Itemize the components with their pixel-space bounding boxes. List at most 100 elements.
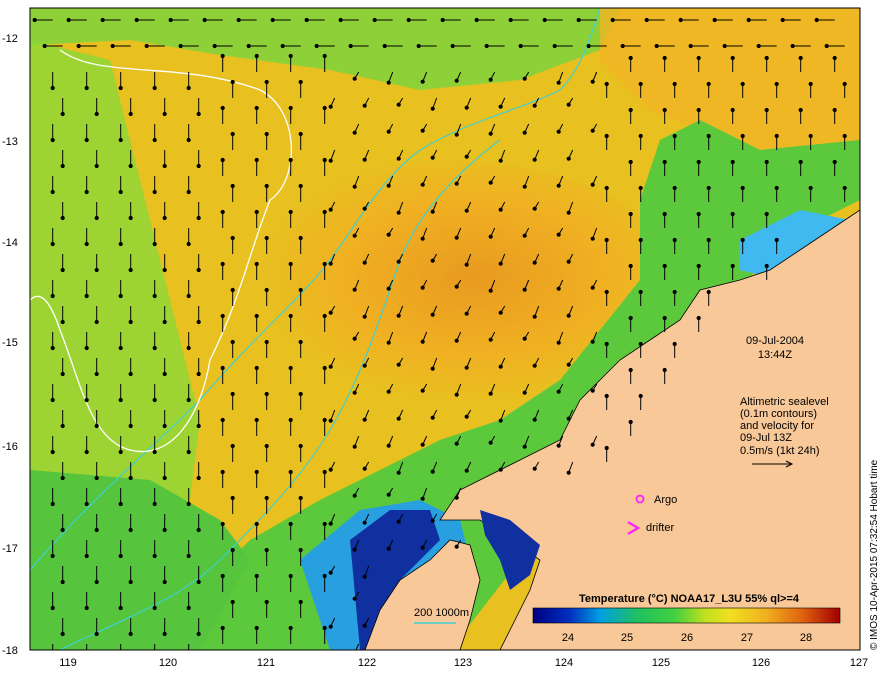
velocity-arrow-head: [220, 157, 225, 163]
velocity-arrow-head: [566, 210, 571, 215]
velocity-arrow-head: [454, 78, 459, 83]
velocity-arrow-head: [842, 185, 847, 191]
velocity-arrow-head: [288, 469, 293, 475]
velocity-arrow-head: [196, 215, 201, 221]
velocity-arrow-head: [230, 391, 235, 397]
velocity-arrow-head: [84, 397, 89, 403]
velocity-arrow-head: [60, 215, 65, 221]
velocity-arrow-head: [85, 658, 88, 661]
velocity-arrow-head: [254, 521, 259, 527]
y-tick-label: -18: [2, 645, 18, 657]
velocity-arrow-head: [60, 111, 65, 117]
velocity-arrow-head: [808, 81, 813, 87]
velocity-arrow-head: [152, 137, 157, 143]
velocity-arrow-head: [322, 417, 327, 423]
velocity-arrow-head: [51, 658, 54, 661]
velocity-arrow-head: [187, 658, 190, 661]
velocity-arrow-head: [94, 319, 99, 325]
velocity-arrow-head: [352, 76, 357, 81]
velocity-arrow-head: [590, 182, 595, 187]
velocity-arrow-head: [566, 259, 571, 264]
velocity-arrow-head: [254, 157, 259, 163]
velocity-arrow-head: [644, 17, 649, 23]
velocity-arrow-head: [230, 495, 235, 501]
velocity-arrow-head: [798, 159, 803, 165]
velocity-arrow-head: [522, 233, 527, 238]
velocity-arrow-head: [756, 43, 761, 49]
velocity-arrow-head: [730, 263, 735, 269]
velocity-arrow-head: [566, 470, 571, 475]
velocity-arrow-head: [628, 107, 633, 113]
velocity-arrow-head: [212, 43, 217, 49]
velocity-arrow-head: [464, 262, 469, 267]
velocity-arrow-head: [134, 17, 139, 23]
velocity-arrow-head: [396, 470, 401, 475]
velocity-arrow-head: [264, 495, 269, 501]
y-tick-label: -13: [2, 136, 18, 148]
velocity-arrow-head: [662, 315, 667, 321]
velocity-arrow-head: [740, 185, 745, 191]
velocity-arrow-head: [94, 527, 99, 533]
velocity-arrow-head: [532, 417, 537, 422]
velocity-arrow-head: [430, 312, 435, 317]
velocity-arrow-head: [353, 651, 356, 654]
velocity-arrow-head: [128, 319, 133, 325]
velocity-arrow-head: [196, 111, 201, 117]
velocity-arrow-head: [386, 340, 391, 345]
velocity-arrow-head: [774, 81, 779, 87]
velocity-arrow-head: [322, 625, 327, 631]
velocity-arrow-head: [774, 185, 779, 191]
velocity-arrow-head: [498, 364, 503, 369]
velocity-arrow-head: [298, 547, 303, 553]
velocity-arrow-head: [498, 158, 503, 163]
velocity-arrow-head: [328, 207, 333, 212]
velocity-arrow-head: [60, 527, 65, 533]
velocity-arrow-head: [196, 631, 201, 637]
velocity-arrow-head: [556, 389, 561, 394]
velocity-arrow-head: [382, 43, 387, 49]
velocity-arrow-head: [328, 104, 333, 109]
velocity-arrow-head: [604, 341, 609, 347]
velocity-arrow-head: [672, 341, 677, 347]
velocity-arrow-head: [196, 423, 201, 429]
velocity-arrow-head: [288, 53, 293, 59]
velocity-arrow-head: [328, 158, 333, 163]
velocity-arrow-head: [696, 315, 701, 321]
velocity-arrow-head: [532, 103, 537, 108]
velocity-arrow-head: [604, 445, 609, 451]
velocity-arrow-head: [328, 310, 333, 315]
velocity-arrow-head: [196, 371, 201, 377]
velocity-arrow-head: [328, 624, 333, 629]
velocity-arrow-head: [84, 293, 89, 299]
velocity-arrow-head: [186, 553, 191, 559]
velocity-arrow-head: [230, 443, 235, 449]
velocity-arrow-head: [196, 527, 201, 533]
velocity-arrow-head: [590, 128, 595, 133]
velocity-arrow-head: [32, 17, 37, 23]
velocity-arrow-head: [420, 79, 425, 84]
velocity-arrow-head: [454, 441, 459, 446]
velocity-arrow-head: [706, 133, 711, 139]
velocity-arrow-head: [484, 43, 489, 49]
velocity-arrow-head: [798, 55, 803, 61]
velocity-arrow-head: [730, 55, 735, 61]
velocity-arrow-head: [298, 495, 303, 501]
velocity-arrow-head: [420, 182, 425, 187]
velocity-arrow-head: [654, 43, 659, 49]
velocity-arrow-head: [532, 466, 537, 471]
credit-text: © IMOS 10-Apr-2015 07:32:54 Hobart time: [869, 459, 880, 650]
velocity-arrow-head: [722, 43, 727, 49]
velocity-arrow-head: [552, 43, 557, 49]
velocity-arrow-head: [764, 159, 769, 165]
velocity-arrow-head: [254, 313, 259, 319]
velocity-arrow-head: [604, 289, 609, 295]
velocity-arrow-head: [566, 416, 571, 421]
velocity-arrow-head: [42, 43, 47, 49]
velocity-arrow-head: [638, 393, 643, 399]
velocity-arrow-head: [254, 573, 259, 579]
velocity-arrow-head: [322, 365, 327, 371]
velocity-arrow-head: [764, 211, 769, 217]
velocity-arrow-head: [430, 258, 435, 263]
velocity-arrow-head: [532, 260, 537, 265]
velocity-arrow-head: [464, 208, 469, 213]
